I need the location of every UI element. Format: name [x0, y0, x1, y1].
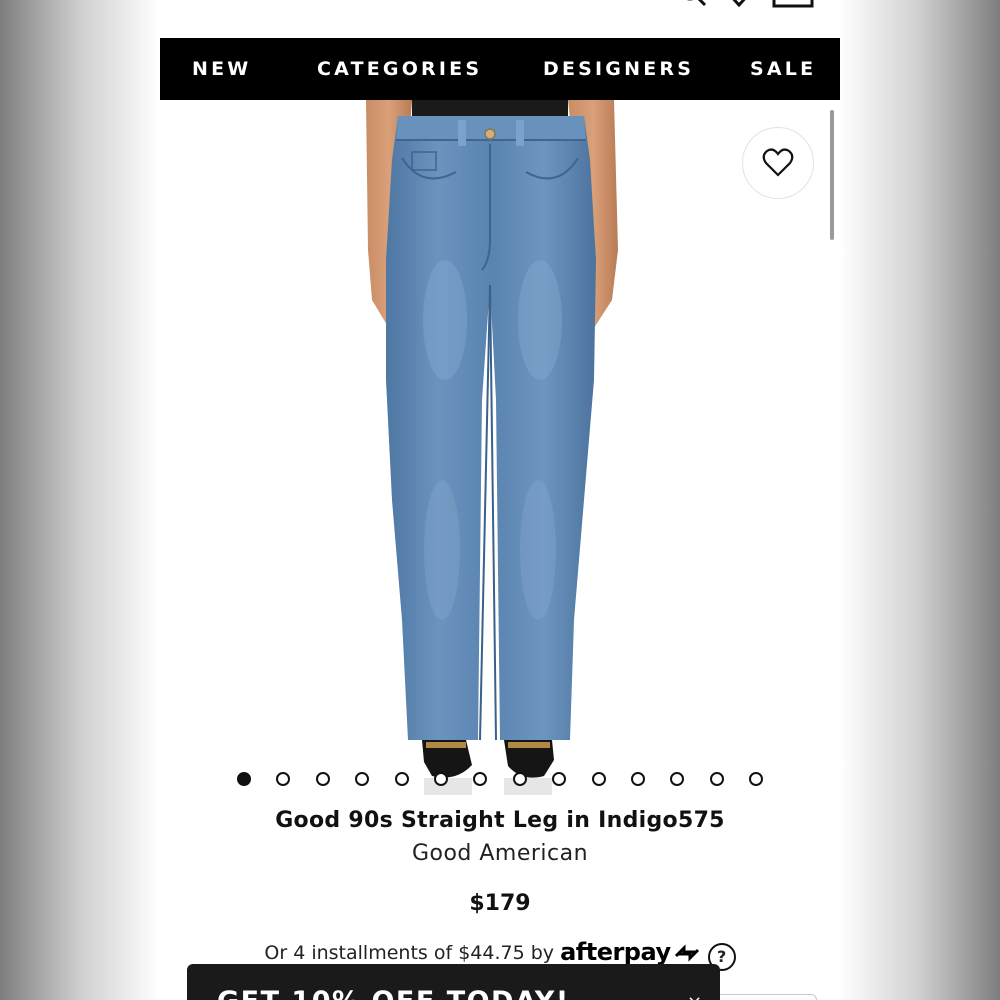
- scrollbar[interactable]: [830, 110, 834, 240]
- promo-banner[interactable]: GET 10% OFF TODAY! ×: [187, 964, 720, 1000]
- nav-item-sale[interactable]: SALE: [750, 38, 816, 100]
- bag-icon[interactable]: [772, 0, 816, 14]
- wishlist-button[interactable]: [742, 127, 814, 199]
- carousel-dot[interactable]: [591, 772, 606, 786]
- heart-icon[interactable]: [726, 0, 752, 12]
- carousel-dot[interactable]: [237, 772, 251, 786]
- carousel-dot[interactable]: [512, 772, 527, 786]
- brand-link[interactable]: Good American: [160, 841, 840, 866]
- afterpay-arrows-icon: [674, 944, 699, 962]
- carousel-dot[interactable]: [315, 772, 330, 786]
- carousel-dot[interactable]: [394, 772, 409, 786]
- main-nav: NEW CATEGORIES DESIGNERS SALE: [160, 38, 840, 100]
- wishlist-heart-icon: [762, 148, 794, 177]
- carousel-dot[interactable]: [434, 772, 448, 786]
- installments-text: Or 4 installments of $44.75 by: [264, 942, 555, 964]
- afterpay-logo: afterpay: [560, 938, 671, 966]
- nav-item-new[interactable]: NEW: [192, 38, 251, 100]
- carousel-dot[interactable]: [631, 772, 645, 786]
- nav-item-categories[interactable]: CATEGORIES: [317, 38, 482, 100]
- product-image[interactable]: [160, 100, 840, 795]
- promo-text: GET 10% OFF TODAY!: [217, 986, 570, 1000]
- secondary-button[interactable]: [705, 994, 817, 1000]
- close-icon[interactable]: ×: [687, 992, 702, 1000]
- carousel-dot[interactable]: [709, 772, 724, 786]
- top-bar: [160, 0, 840, 38]
- product-title: Good 90s Straight Leg in Indigo575: [275, 808, 725, 833]
- product-price: $179: [469, 891, 531, 916]
- phone-screen: NEW CATEGORIES DESIGNERS SALE Good 90s S…: [160, 0, 840, 1000]
- nav-item-designers[interactable]: DESIGNERS: [543, 38, 694, 100]
- search-icon[interactable]: [678, 0, 708, 12]
